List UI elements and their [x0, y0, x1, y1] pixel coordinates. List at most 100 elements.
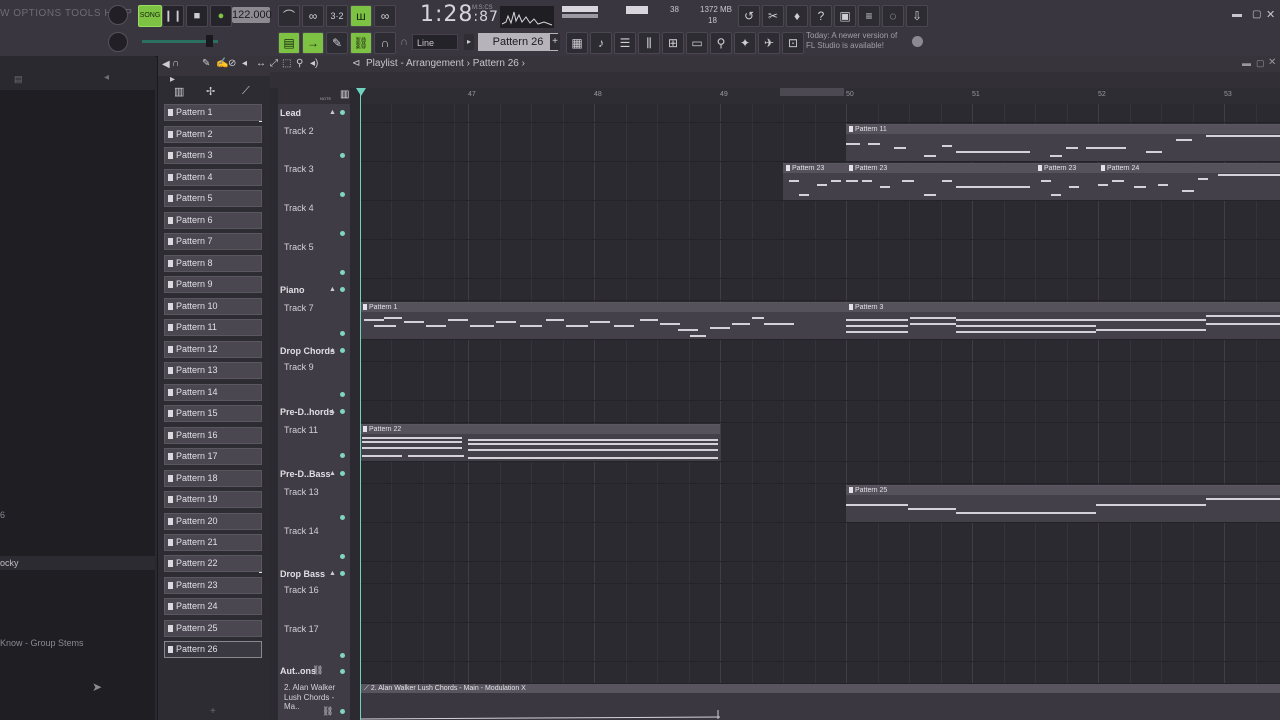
collapse-icon[interactable]: ▲ [329, 470, 336, 477]
picker-pattern[interactable]: Pattern 25 [164, 620, 262, 637]
select-icon[interactable]: ⬚ [282, 58, 291, 69]
collapse-icon[interactable]: ▲ [329, 109, 336, 116]
tools-icon[interactable]: ✈ [758, 32, 780, 54]
track-led-icon[interactable] [340, 653, 345, 658]
collapse-icon[interactable]: ▲ [329, 570, 336, 577]
mixer-view-icon[interactable]: ⫼ [638, 32, 660, 54]
track-led-icon[interactable] [340, 192, 345, 197]
group-drop-chords[interactable]: Drop Chords [280, 346, 335, 356]
master-pitch-knob[interactable] [108, 32, 128, 52]
news-panel[interactable]: Today: A newer version of FL Studio is a… [806, 31, 910, 51]
track-16-name[interactable]: Track 16 [284, 585, 319, 595]
playhead-marker-icon[interactable] [356, 88, 366, 96]
chat-icon[interactable]: ◌ [882, 5, 904, 27]
browser-item[interactable]: 6 [0, 510, 5, 520]
picker-pattern[interactable]: Pattern 9 [164, 276, 262, 293]
track-led-icon[interactable] [340, 110, 345, 115]
brush-icon[interactable]: ✍ [216, 58, 228, 69]
clip-pattern[interactable]: Pattern 1 [360, 302, 846, 339]
audio-view-icon[interactable]: ✢ [206, 85, 215, 98]
picker-pattern[interactable]: Pattern 8 [164, 255, 262, 272]
track-led-icon[interactable] [340, 409, 345, 414]
mixer-icon[interactable]: ≡ [858, 5, 880, 27]
track-7-name[interactable]: Track 7 [284, 303, 314, 313]
track-4-name[interactable]: Track 4 [284, 203, 314, 213]
browser-item-selected[interactable]: ocky [0, 558, 19, 568]
track-led-icon[interactable] [340, 554, 345, 559]
clip-pattern[interactable]: Pattern 23 [783, 163, 846, 200]
collapse-icon[interactable]: ▲ [329, 347, 336, 354]
tempo-display[interactable]: 122.000 [232, 7, 272, 23]
draw-icon[interactable]: ✎ [326, 32, 348, 54]
collapse-icon[interactable]: ▲ [329, 408, 336, 415]
track-led-icon[interactable] [340, 453, 345, 458]
track-9-name[interactable]: Track 9 [284, 362, 314, 372]
help-icon[interactable]: ? [810, 5, 832, 27]
picker-pattern[interactable]: Pattern 4 [164, 169, 262, 186]
save-icon[interactable]: ▣ [834, 5, 856, 27]
playlist-menu-icon[interactable]: ▸ [170, 74, 175, 85]
group-drop-bass[interactable]: Drop Bass [280, 569, 325, 579]
group-automation[interactable]: Aut..ons [280, 666, 316, 676]
master-slider-handle[interactable] [206, 35, 213, 47]
pattern-selector[interactable]: Pattern 26 [478, 33, 558, 51]
plugin-icon[interactable]: ⚲ [710, 32, 732, 54]
picker-pattern[interactable]: Pattern 17 [164, 448, 262, 465]
track-led-icon[interactable] [340, 392, 345, 397]
picker-add-icon[interactable]: + [210, 706, 216, 717]
browser-icon[interactable]: ⊞ [662, 32, 684, 54]
record-button[interactable]: ● [210, 5, 232, 27]
pause-button[interactable]: ❙❙ [162, 5, 184, 27]
playback-icon[interactable]: ◂) [310, 58, 318, 69]
playlist-view-icon[interactable]: ▤ [278, 32, 300, 54]
picker-pattern[interactable]: Pattern 7 [164, 233, 262, 250]
track-led-icon[interactable] [340, 348, 345, 353]
blend-notes-icon[interactable]: ш [350, 5, 372, 27]
automation-view-icon[interactable]: ⟋ [242, 85, 250, 98]
collapse-icon[interactable]: ▲ [329, 286, 336, 293]
download-icon[interactable]: ⇩ [906, 5, 928, 27]
picker-pattern[interactable]: Pattern 23 [164, 577, 262, 594]
track-13-name[interactable]: Track 13 [284, 487, 319, 497]
group-piano[interactable]: Piano [280, 285, 305, 295]
clip-pattern[interactable]: Pattern 3 [846, 302, 1280, 339]
song-mode-button[interactable]: SONG [138, 5, 162, 27]
picker-pattern[interactable]: Pattern 12 [164, 341, 262, 358]
clip-pattern[interactable]: Pattern 22 [360, 424, 720, 461]
playhead[interactable] [360, 88, 361, 720]
script-icon[interactable]: ✦ [734, 32, 756, 54]
maximize-icon[interactable]: ▢ [1252, 9, 1261, 20]
pattern-prev-icon[interactable]: ▸ [464, 34, 474, 50]
picker-pattern[interactable]: Pattern 2 [164, 126, 262, 143]
track-led-icon[interactable] [340, 270, 345, 275]
clip-pattern[interactable]: Pattern 25 [846, 485, 1280, 522]
picker-pattern[interactable]: Pattern 22 [164, 555, 262, 572]
track-2-name[interactable]: Track 2 [284, 126, 314, 136]
browser-selected-row[interactable] [0, 556, 155, 570]
microphone-icon[interactable]: ♦ [786, 5, 808, 27]
clip-pattern[interactable]: Pattern 23 [1035, 163, 1098, 200]
group-pre-chords[interactable]: Pre-D..hords [280, 407, 334, 417]
pattern-add-icon[interactable]: + [550, 34, 560, 50]
browser-back-icon[interactable]: ◂ [104, 72, 109, 83]
pencil-icon[interactable]: ✎ [202, 58, 210, 69]
track-led-icon[interactable] [340, 471, 345, 476]
track-3-name[interactable]: Track 3 [284, 164, 314, 174]
countdown-icon[interactable]: 3·2 [326, 5, 348, 27]
picker-pattern[interactable]: Pattern 10 [164, 298, 262, 315]
magnet-snap-icon[interactable]: ∩ [172, 58, 179, 69]
track-led-icon[interactable] [340, 709, 345, 714]
track-led-icon[interactable] [340, 669, 345, 674]
link-icon[interactable]: ⛓ [350, 32, 372, 54]
track-5-name[interactable]: Track 5 [284, 242, 314, 252]
undo-icon[interactable]: ↺ [738, 5, 760, 27]
piano-roll-icon[interactable]: ♪ [590, 32, 612, 54]
picker-pattern-selected[interactable]: Pattern 26 [164, 641, 262, 658]
picker-pattern[interactable]: Pattern 14 [164, 384, 262, 401]
magnet-icon[interactable]: ∩ [374, 32, 396, 54]
picker-pattern[interactable]: Pattern 5 [164, 190, 262, 207]
track-led-icon[interactable] [340, 571, 345, 576]
automation-track-name-line2[interactable]: Lush Chords - Ma.. [284, 693, 350, 711]
picker-pattern[interactable]: Pattern 18 [164, 470, 262, 487]
picker-pattern[interactable]: Pattern 21 [164, 534, 262, 551]
